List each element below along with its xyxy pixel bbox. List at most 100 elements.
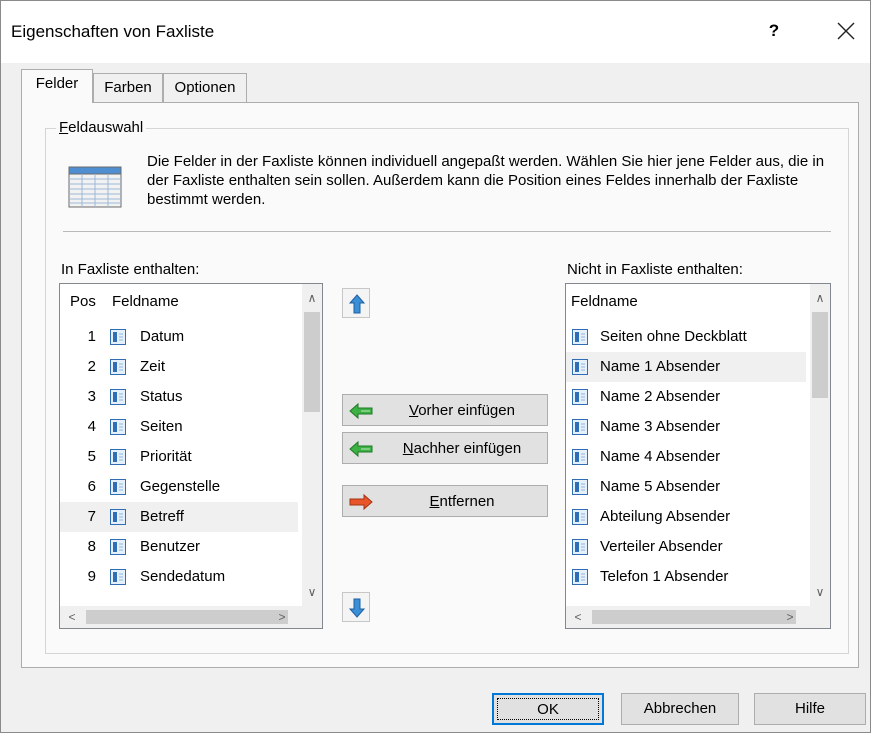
list-item[interactable]: Seiten ohne Deckblatt [566, 322, 806, 352]
list-item[interactable]: Name 3 Absender [566, 412, 806, 442]
list-item[interactable]: 8 Benutzer [60, 532, 298, 562]
field-icon [572, 389, 588, 405]
arrow-left-green-icon [349, 402, 373, 420]
list-item[interactable]: 4 Seiten [60, 412, 298, 442]
close-icon [837, 22, 855, 40]
scrollbar-thumb[interactable] [86, 610, 288, 624]
scrollbar-thumb[interactable] [304, 312, 320, 412]
horizontal-scrollbar[interactable]: < > [60, 606, 322, 628]
list-item[interactable]: Name 5 Absender [566, 472, 806, 502]
field-icon [110, 479, 126, 495]
row-field-name: Seiten ohne Deckblatt [600, 328, 747, 345]
remove-label: Entfernen [429, 493, 495, 510]
row-position: 8 [87, 538, 96, 555]
list-item[interactable]: Name 2 Absender [566, 382, 806, 412]
insert-before-label: Vorher einfügen [409, 402, 515, 419]
list-item[interactable]: 5 Priorität [60, 442, 298, 472]
scroll-left-arrow[interactable]: < [62, 607, 82, 627]
column-header-feldname[interactable]: Feldname [571, 293, 638, 310]
list-item[interactable]: Abteilung Absender [566, 502, 806, 532]
row-field-name: Gegenstelle [140, 478, 221, 495]
move-down-button[interactable] [342, 592, 370, 622]
scroll-right-arrow[interactable]: > [780, 607, 800, 627]
row-field-name: Betreff [140, 508, 184, 525]
row-field-name: Sendedatum [140, 568, 226, 585]
insert-before-button[interactable]: Vorher einfügen [342, 394, 548, 426]
row-position: 1 [87, 328, 96, 345]
row-position: 2 [87, 358, 96, 375]
separator [63, 231, 831, 232]
scroll-up-arrow[interactable]: ∧ [810, 288, 830, 308]
list-item[interactable]: 6 Gegenstelle [60, 472, 298, 502]
row-position: 6 [87, 478, 96, 495]
groupbox-label: Feldauswahl [56, 119, 147, 136]
scroll-right-arrow[interactable]: > [272, 607, 292, 627]
window-title: Eigenschaften von Faxliste [11, 22, 215, 41]
list-item[interactable]: 2 Zeit [60, 352, 298, 382]
excluded-list-label: Nicht in Faxliste enthalten: [567, 261, 743, 278]
field-icon [110, 389, 126, 405]
vertical-scrollbar[interactable]: ∧ ∨ [302, 284, 322, 608]
focus-rect [497, 698, 599, 720]
insert-after-button[interactable]: Nachher einfügen [342, 432, 548, 464]
remove-button[interactable]: Entfernen [342, 485, 548, 517]
close-button[interactable] [826, 11, 866, 51]
help-button[interactable]: Hilfe [754, 693, 866, 725]
row-position: 7 [87, 508, 96, 525]
tab-farben[interactable]: Farben [93, 73, 163, 103]
scroll-up-arrow[interactable]: ∧ [302, 288, 322, 308]
row-position: 3 [87, 388, 96, 405]
description-text: Die Felder in der Faxliste können indivi… [147, 153, 825, 208]
row-field-name: Priorität [140, 448, 192, 465]
horizontal-scrollbar[interactable]: < > [566, 606, 830, 628]
arrow-left-green-icon [349, 440, 373, 458]
field-icon [572, 359, 588, 375]
scrollbar-thumb[interactable] [812, 312, 828, 398]
help-title-button[interactable]: ? [759, 15, 789, 47]
row-position: 4 [87, 418, 96, 435]
list-item[interactable]: 3 Status [60, 382, 298, 412]
cancel-button[interactable]: Abbrechen [621, 693, 739, 725]
included-fields-list[interactable]: Pos Feldname ∧ ∨ < > 1 Datum 2 Zeit 3 Status 4… [59, 283, 323, 629]
field-icon [572, 329, 588, 345]
arrow-up-icon [349, 294, 365, 314]
arrow-down-icon [349, 598, 365, 618]
field-icon [110, 329, 126, 345]
field-icon [572, 449, 588, 465]
scroll-left-arrow[interactable]: < [568, 607, 588, 627]
ok-button[interactable]: OK [492, 693, 604, 725]
group-label-text: eldauswahl [68, 119, 144, 136]
tab-optionen[interactable]: Optionen [163, 73, 247, 103]
title-bar: Eigenschaften von Faxliste ? [1, 1, 870, 63]
column-header-pos[interactable]: Pos [70, 293, 96, 310]
row-field-name: Name 3 Absender [600, 418, 721, 435]
field-icon [110, 509, 126, 525]
scroll-down-arrow[interactable]: ∨ [302, 582, 322, 602]
row-field-name: Abteilung Absender [600, 508, 731, 525]
excluded-fields-list[interactable]: Feldname ∧ ∨ < > Seiten ohne Deckblatt Na… [565, 283, 831, 629]
list-item[interactable]: Verteiler Absender [566, 532, 806, 562]
vertical-scrollbar[interactable]: ∧ ∨ [810, 284, 830, 608]
row-field-name: Telefon 1 Absender [600, 568, 729, 585]
row-field-name: Name 1 Absender [600, 358, 721, 375]
field-icon [572, 509, 588, 525]
list-item[interactable]: 9 Sendedatum [60, 562, 298, 592]
scroll-down-arrow[interactable]: ∨ [810, 582, 830, 602]
list-item[interactable]: Telefon 1 Absender [566, 562, 806, 592]
tab-felder[interactable]: Felder [21, 69, 93, 103]
included-list-label: In Faxliste enthalten: [61, 261, 200, 278]
scrollbar-thumb[interactable] [592, 610, 796, 624]
row-field-name: Status [140, 388, 183, 405]
field-icon [572, 479, 588, 495]
column-header-feldname[interactable]: Feldname [112, 293, 179, 310]
row-field-name: Name 4 Absender [600, 448, 721, 465]
row-position: 9 [87, 568, 96, 585]
row-field-name: Name 2 Absender [600, 388, 721, 405]
list-item[interactable]: Name 1 Absender [566, 352, 806, 382]
list-item[interactable]: Name 4 Absender [566, 442, 806, 472]
move-up-button[interactable] [342, 288, 370, 318]
list-item[interactable]: 1 Datum [60, 322, 298, 352]
list-item[interactable]: 7 Betreff [60, 502, 298, 532]
arrow-right-red-icon [349, 493, 373, 511]
row-field-name: Verteiler Absender [600, 538, 723, 555]
